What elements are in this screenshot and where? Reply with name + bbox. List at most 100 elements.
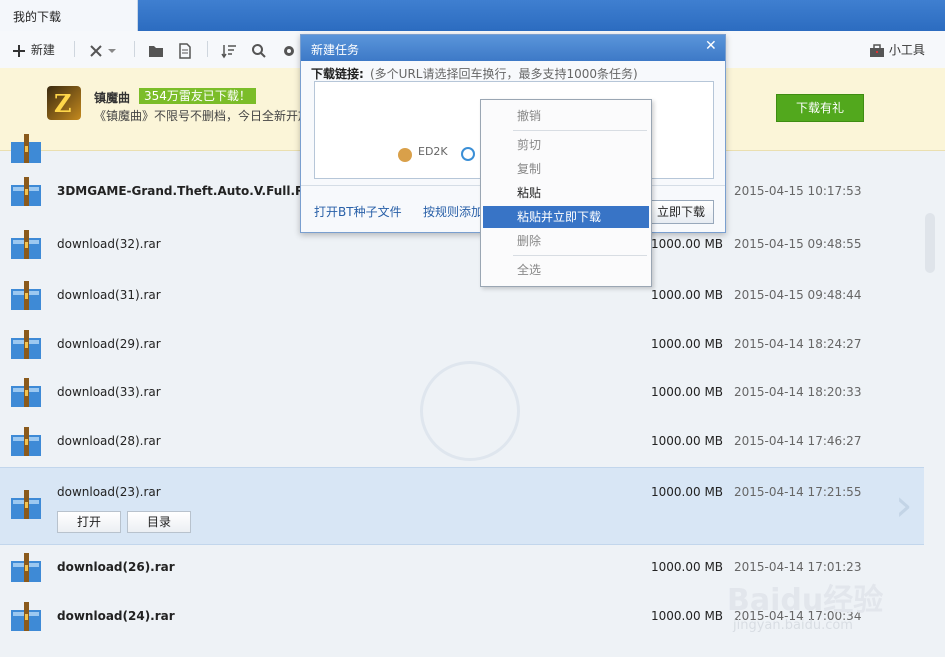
- baidu-watermark-url: jingyan.baidu.com: [733, 618, 853, 633]
- archive-icon: [11, 330, 41, 359]
- settings-button[interactable]: [281, 40, 297, 60]
- delete-button[interactable]: [88, 40, 116, 60]
- menu-item[interactable]: 删除: [483, 230, 649, 252]
- file-name: download(33).rar: [57, 385, 161, 399]
- toolbar-separator: [74, 41, 75, 57]
- file-name: download(26).rar: [57, 560, 175, 574]
- archive-icon: [11, 490, 41, 519]
- file-size: 1000.00 MB: [651, 485, 724, 499]
- new-task-button[interactable]: 新建: [11, 40, 55, 60]
- new-task-label: 新建: [30, 43, 55, 57]
- scrollbar-thumb[interactable]: [925, 213, 935, 273]
- file-size: 1000.00 MB: [651, 237, 724, 251]
- file-size: 1000.00 MB: [651, 434, 724, 448]
- file-name: download(23).rar: [57, 485, 161, 499]
- menu-item[interactable]: 撤销: [483, 105, 649, 127]
- file-time: 2015-04-15 09:48:44: [734, 288, 862, 302]
- menu-item-label: 剪切: [517, 138, 542, 152]
- file-time: 2015-04-14 17:01:23: [734, 560, 862, 574]
- file-name: download(28).rar: [57, 434, 161, 448]
- dialog-close-button[interactable]: ✕: [705, 38, 717, 54]
- file-time: 2015-04-14 18:20:33: [734, 385, 862, 399]
- open-file-button[interactable]: 打开: [57, 511, 121, 533]
- file-size: 1000.00 MB: [651, 560, 724, 574]
- archive-icon: [11, 177, 41, 206]
- file-size: 1000.00 MB: [651, 337, 724, 351]
- ed2k-label: ED2K: [418, 145, 448, 158]
- close-icon: [90, 44, 102, 57]
- sort-button[interactable]: [221, 40, 237, 60]
- file-size: 1000.00 MB: [651, 609, 724, 623]
- dialog-title-bar[interactable]: 新建任务 ✕: [301, 35, 725, 61]
- menu-item-label: 撤销: [517, 109, 542, 123]
- chevron-right-icon[interactable]: ›: [895, 480, 913, 531]
- chevron-down-icon: [107, 48, 116, 53]
- gear-icon: [284, 45, 294, 56]
- list-item[interactable]: download(29).rar 1000.00 MB 2015-04-14 18:…: [0, 322, 924, 368]
- archive-icon: [11, 230, 41, 259]
- browser-icon: [461, 147, 475, 161]
- list-item[interactable]: download(28).rar 1000.00 MB 2015-04-14 17:…: [0, 417, 924, 467]
- link-hint: (多个URL请选择回车换行，最多支持1000条任务): [370, 67, 638, 81]
- menu-item[interactable]: 粘贴: [483, 182, 649, 204]
- menu-item[interactable]: 复制: [483, 158, 649, 180]
- list-item[interactable]: download(33).rar 1000.00 MB 2015-04-14 18:…: [0, 368, 924, 417]
- toolbox-icon: [870, 43, 884, 57]
- archive-icon: [11, 602, 41, 631]
- file-time: 2015-04-14 17:46:27: [734, 434, 862, 448]
- gift-download-button[interactable]: 下载有礼: [776, 94, 864, 122]
- archive-icon: [11, 281, 41, 310]
- game-logo-letter: Z: [54, 89, 72, 118]
- menu-item[interactable]: 剪切: [483, 134, 649, 156]
- list-item[interactable]: download(31).rar 1000.00 MB 2015-04-15 09:…: [0, 270, 924, 322]
- archive-icon: [11, 427, 41, 456]
- file-size: 1000.00 MB: [651, 385, 724, 399]
- file-name: 3DMGAME-Grand.Theft.Auto.V.Full.Retail.: [57, 184, 340, 198]
- rule-add-link[interactable]: 按规则添加: [423, 203, 483, 220]
- baidu-watermark: Baidu经验: [727, 583, 884, 618]
- title-bar: [0, 0, 945, 31]
- plus-icon: [13, 44, 25, 57]
- context-menu: 撤销剪切复制粘贴粘贴并立即下载删除全选: [480, 99, 652, 287]
- menu-item-label: 复制: [517, 162, 542, 176]
- menu-item-label: 全选: [517, 263, 542, 277]
- search-button[interactable]: [251, 40, 267, 60]
- search-icon: [252, 43, 266, 58]
- game-title[interactable]: 镇魔曲: [94, 89, 130, 106]
- list-item[interactable]: download(23).rar 1000.00 MB 2015-04-14 17:…: [0, 467, 924, 545]
- menu-item[interactable]: 粘贴并立即下载: [483, 206, 649, 228]
- toolbar-separator: [207, 41, 208, 57]
- tab-my-downloads[interactable]: 我的下载: [0, 0, 138, 31]
- file-time: 2015-04-15 09:48:55: [734, 237, 862, 251]
- file-name: download(32).rar: [57, 237, 161, 251]
- open-bt-file-link[interactable]: 打开BT种子文件: [314, 203, 402, 220]
- open-folder-button[interactable]: [148, 40, 164, 60]
- tools-label: 小工具: [888, 43, 925, 57]
- ed2k-icon: [398, 148, 412, 162]
- tools-button[interactable]: 小工具: [869, 40, 925, 60]
- toolbar-separator: [134, 41, 135, 57]
- document-icon: [179, 42, 191, 59]
- link-label: 下载链接:: [311, 67, 364, 81]
- download-count-badge: 354万雷友已下载！: [139, 88, 256, 104]
- archive-icon: [11, 134, 41, 163]
- file-size: 1000.00 MB: [651, 288, 724, 302]
- dialog-title: 新建任务: [311, 43, 360, 57]
- task-detail-button[interactable]: [177, 40, 193, 60]
- menu-item-label: 粘贴并立即下载: [517, 210, 602, 224]
- open-folder-button[interactable]: 目录: [127, 511, 191, 533]
- download-now-button[interactable]: 立即下载: [648, 200, 714, 224]
- game-logo[interactable]: Z: [47, 86, 81, 120]
- game-description: 《镇魔曲》不限号不删档，今日全新开放: [94, 109, 304, 123]
- sort-icon: [221, 44, 236, 58]
- menu-item[interactable]: 全选: [483, 259, 649, 281]
- folder-icon: [149, 45, 163, 57]
- file-name: download(31).rar: [57, 288, 161, 302]
- archive-icon: [11, 553, 41, 582]
- menu-separator: [513, 130, 647, 131]
- file-time: 2015-04-14 17:21:55: [734, 485, 862, 499]
- file-time: 2015-04-14 18:24:27: [734, 337, 862, 351]
- file-name: download(29).rar: [57, 337, 161, 351]
- tab-label: 我的下载: [13, 10, 62, 24]
- file-name: download(24).rar: [57, 609, 175, 623]
